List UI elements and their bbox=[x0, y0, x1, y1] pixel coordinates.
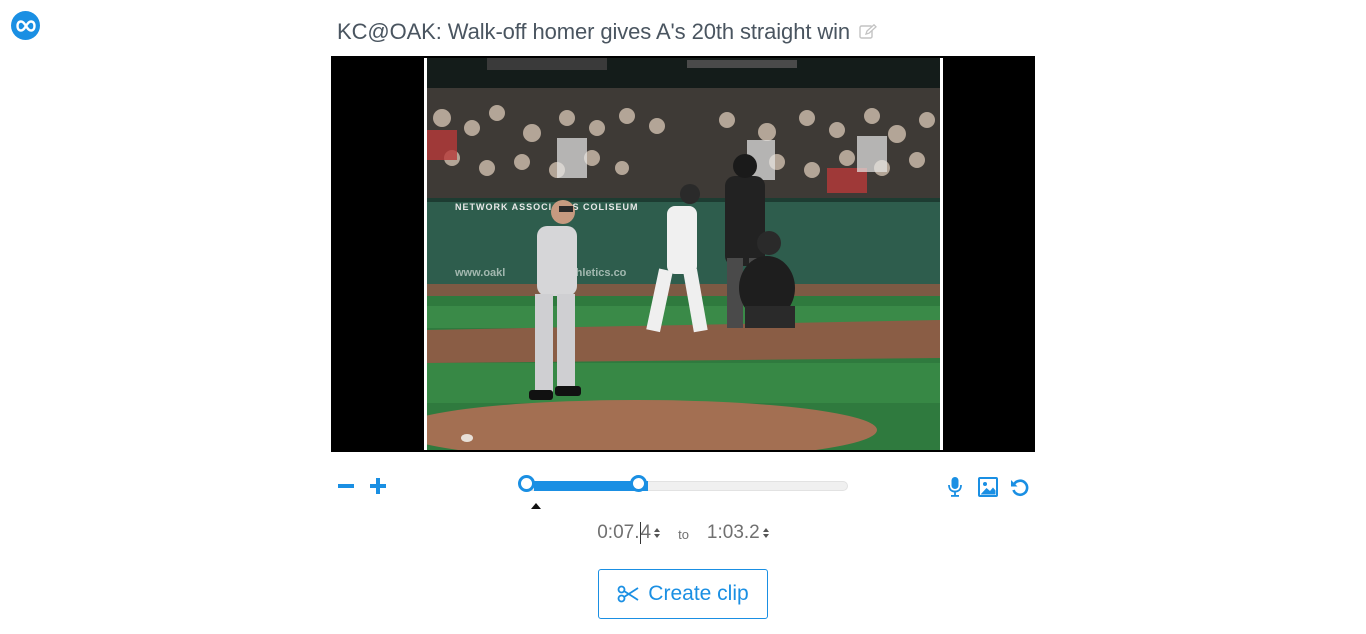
end-time-field[interactable]: 1:03.2 bbox=[707, 522, 769, 544]
start-time-field[interactable]: 0:07. 4 bbox=[597, 522, 661, 544]
clip-time-range: 0:07. 4 to 1:03.2 bbox=[0, 519, 1366, 547]
decrement-arrow-icon[interactable] bbox=[762, 534, 769, 538]
video-scene: NETWORK ASSOCIATES COLISEUM www.oakl thl… bbox=[427, 58, 940, 450]
video-frame[interactable]: NETWORK ASSOCIATES COLISEUM www.oakl thl… bbox=[424, 58, 943, 450]
scissors-icon bbox=[617, 585, 639, 603]
microphone-icon bbox=[948, 477, 962, 497]
undo-icon bbox=[1011, 479, 1029, 497]
wall-banner-text: NETWORK ASSOCIATES COLISEUM bbox=[455, 202, 639, 212]
zoom-out-button[interactable] bbox=[335, 475, 357, 497]
increment-arrow-icon[interactable] bbox=[762, 528, 769, 532]
pencil-edit-icon[interactable] bbox=[858, 22, 878, 42]
infinity-loop-icon bbox=[15, 19, 36, 32]
clip-controls bbox=[331, 470, 1035, 504]
plus-icon bbox=[370, 478, 386, 494]
reset-button[interactable] bbox=[1008, 475, 1032, 499]
start-time-spinner[interactable] bbox=[654, 528, 661, 538]
end-time-value: 1:03.2 bbox=[706, 522, 760, 543]
to-label: to bbox=[678, 526, 689, 542]
record-audio-button[interactable] bbox=[943, 475, 967, 499]
playhead-marker[interactable] bbox=[531, 503, 541, 509]
video-title-row: KC@OAK: Walk-off homer gives A's 20th st… bbox=[337, 17, 878, 47]
end-time-spinner[interactable] bbox=[762, 528, 769, 538]
app-logo[interactable] bbox=[11, 11, 40, 40]
image-icon bbox=[978, 477, 998, 497]
minus-icon bbox=[338, 484, 354, 488]
start-time-value: 0:07. bbox=[597, 522, 640, 543]
video-title: KC@OAK: Walk-off homer gives A's 20th st… bbox=[337, 19, 851, 44]
wall-url-text-2: thletics.co bbox=[572, 267, 627, 279]
create-clip-label: Create clip bbox=[648, 582, 749, 605]
increment-arrow-icon[interactable] bbox=[654, 528, 661, 532]
wall-url-text: www.oakl bbox=[454, 267, 505, 279]
create-clip-button[interactable]: Create clip bbox=[598, 569, 768, 619]
clip-start-handle[interactable] bbox=[518, 475, 535, 492]
clip-timeline[interactable] bbox=[518, 475, 848, 492]
decrement-arrow-icon[interactable] bbox=[654, 534, 661, 538]
add-image-button[interactable] bbox=[976, 475, 1000, 499]
clip-end-handle[interactable] bbox=[630, 475, 647, 492]
video-player[interactable]: NETWORK ASSOCIATES COLISEUM www.oakl thl… bbox=[331, 56, 1035, 452]
zoom-in-button[interactable] bbox=[367, 475, 389, 497]
start-time-value-tail: 4 bbox=[640, 522, 652, 543]
